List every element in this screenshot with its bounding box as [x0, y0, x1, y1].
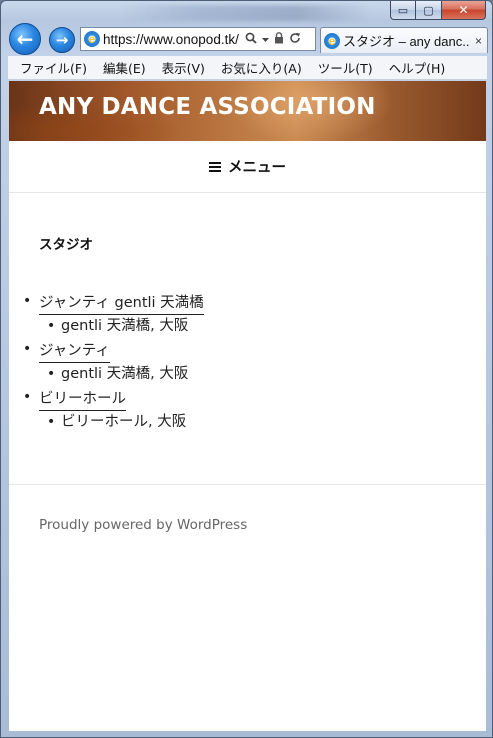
list-item: • ビリーホール • ビリーホール, 大阪 [9, 389, 486, 433]
navigation-bar: ← → e https://www.onopod.tk/ e スタジオ – an… [7, 23, 488, 55]
address-bar[interactable]: e https://www.onopod.tk/ [80, 27, 316, 51]
studio-location-text: ビリーホール, 大阪 [61, 414, 187, 430]
menu-toggle-button[interactable]: メニュー [9, 141, 486, 193]
site-title[interactable]: ANY DANCE ASSOCIATION [39, 94, 376, 120]
menu-tools[interactable]: ツール(T) [318, 58, 373, 77]
ie-favicon-icon: e [84, 31, 100, 47]
tab-favicon-icon: e [324, 32, 340, 49]
studio-link[interactable]: ジャンティ [39, 341, 110, 363]
menu-edit[interactable]: 編集(E) [103, 58, 146, 77]
list-item: • ジャンティ • gentli 天満橋, 大阪 [9, 341, 486, 385]
address-actions [245, 31, 301, 47]
bullet-icon: • [23, 341, 32, 357]
maximize-icon: ▢ [423, 3, 434, 17]
forward-arrow-icon: → [55, 31, 69, 49]
hamburger-icon [209, 160, 221, 174]
forward-button[interactable]: → [49, 27, 75, 53]
studio-location-text: gentli 天満橋, 大阪 [61, 366, 189, 382]
studio-link[interactable]: ジャンティ gentli 天満橋 [39, 293, 204, 315]
list-item: • ジャンティ gentli 天満橋 • gentli 天満橋, 大阪 [9, 293, 486, 337]
bullet-icon: • [47, 414, 56, 430]
footer-divider [9, 484, 486, 485]
bullet-icon: • [47, 366, 56, 382]
close-button[interactable]: ✕ [442, 1, 486, 20]
refresh-icon[interactable] [289, 32, 301, 47]
menu-favorites[interactable]: お気に入り(A) [221, 58, 302, 77]
bullet-icon: • [23, 389, 32, 405]
studio-location: • gentli 天満橋, 大阪 [39, 363, 486, 385]
tab-close-icon[interactable]: × [475, 34, 482, 48]
bullet-icon: • [47, 318, 56, 334]
studio-location-text: gentli 天満橋, 大阪 [61, 318, 189, 334]
menu-file[interactable]: ファイル(F) [20, 58, 87, 77]
minimize-icon: ▭ [397, 3, 409, 17]
maximize-button[interactable]: ▢ [416, 1, 442, 20]
page-title: スタジオ [39, 237, 93, 253]
menu-bar: ファイル(F) 編集(E) 表示(V) お気に入り(A) ツール(T) ヘルプ(… [8, 56, 487, 80]
search-icon[interactable] [245, 32, 257, 47]
lock-icon[interactable] [274, 31, 284, 47]
web-page: ANY DANCE ASSOCIATION メニュー スタジオ • ジャンティ … [9, 81, 486, 731]
menu-help[interactable]: ヘルプ(H) [389, 58, 446, 77]
minimize-button[interactable]: ▭ [390, 1, 416, 20]
menu-toggle-label: メニュー [228, 160, 286, 176]
browser-window: ▭ ▢ ✕ ← → e https://www.onopod.tk/ e スタジ… [0, 0, 493, 738]
address-url[interactable]: https://www.onopod.tk/ [103, 32, 239, 47]
titlebar [121, 5, 371, 21]
studio-location: • ビリーホール, 大阪 [39, 411, 486, 433]
bullet-icon: • [23, 293, 32, 309]
tab-title: スタジオ – any danc... [343, 34, 469, 49]
dropdown-icon[interactable] [262, 32, 269, 46]
close-icon: ✕ [458, 3, 469, 17]
footer-credit[interactable]: Proudly powered by WordPress [39, 517, 247, 533]
site-header: ANY DANCE ASSOCIATION [9, 81, 486, 141]
studio-location: • gentli 天満橋, 大阪 [39, 315, 486, 337]
menu-view[interactable]: 表示(V) [162, 58, 205, 77]
studio-list: • ジャンティ gentli 天満橋 • gentli 天満橋, 大阪 • ジャ… [9, 293, 486, 437]
back-arrow-icon: ← [16, 27, 34, 51]
back-button[interactable]: ← [9, 23, 41, 55]
studio-link[interactable]: ビリーホール [39, 389, 126, 411]
browser-tab[interactable]: e スタジオ – any danc... × [320, 27, 488, 53]
window-controls: ▭ ▢ ✕ [390, 1, 486, 20]
